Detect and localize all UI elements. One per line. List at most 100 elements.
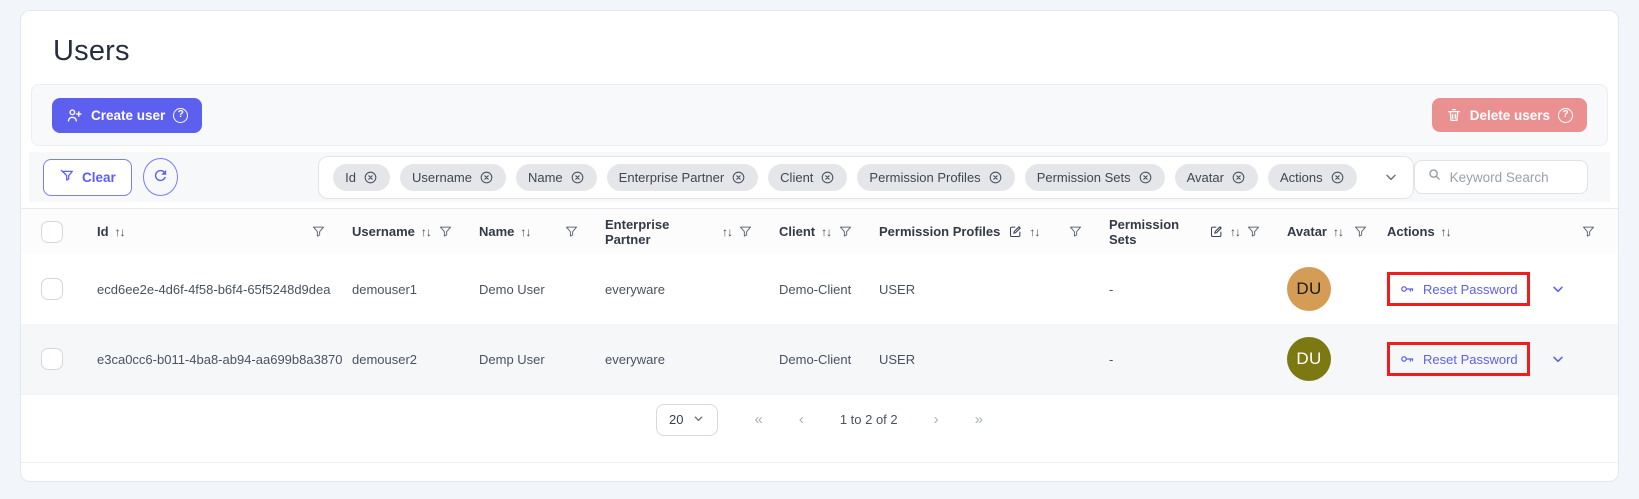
pagination-range-text: 1 to 2 of 2 bbox=[840, 412, 898, 427]
create-user-button[interactable]: Create user ? bbox=[52, 98, 202, 133]
cell-client: Demo-Client bbox=[779, 282, 879, 297]
row-checkbox-cell bbox=[41, 348, 97, 370]
column-label: Enterprise Partner bbox=[605, 217, 716, 247]
filter-funnel-icon[interactable] bbox=[1581, 224, 1596, 239]
filter-funnel-icon[interactable] bbox=[738, 224, 753, 239]
chevron-down-icon[interactable] bbox=[1383, 169, 1399, 185]
sort-icon[interactable]: ↑↓ bbox=[115, 225, 125, 239]
column-label: Permission Profiles bbox=[879, 224, 1000, 239]
column-label: Name bbox=[479, 224, 514, 239]
row-expand-chevron-icon[interactable] bbox=[1550, 351, 1566, 367]
delete-users-button[interactable]: Delete users ? bbox=[1432, 98, 1587, 132]
cell-actions: Reset Password bbox=[1387, 272, 1598, 306]
chip-remove-icon[interactable] bbox=[731, 170, 746, 185]
users-table: Id ↑↓ Username ↑↓ Name ↑↓ Enterprise Partner ↑↓… bbox=[21, 208, 1618, 394]
row-checkbox[interactable] bbox=[41, 348, 63, 370]
select-all-checkbox[interactable] bbox=[41, 221, 63, 243]
clear-filters-label: Clear bbox=[82, 170, 116, 185]
column-header-actions: Actions ↑↓ bbox=[1387, 224, 1598, 239]
reset-password-button[interactable]: Reset Password bbox=[1399, 351, 1518, 367]
sort-icon[interactable]: ↑↓ bbox=[1230, 225, 1240, 239]
chip-remove-icon[interactable] bbox=[988, 170, 1003, 185]
edit-icon[interactable] bbox=[1008, 224, 1023, 239]
cell-name: Demp User bbox=[479, 352, 605, 367]
chip-remove-icon[interactable] bbox=[820, 170, 835, 185]
filter-chip[interactable]: Client bbox=[768, 164, 847, 191]
filter-chip[interactable]: Enterprise Partner bbox=[607, 164, 759, 191]
sort-icon[interactable]: ↑↓ bbox=[1333, 225, 1343, 239]
chip-remove-icon[interactable] bbox=[570, 170, 585, 185]
first-page-button[interactable]: « bbox=[754, 411, 762, 428]
chip-remove-icon[interactable] bbox=[1231, 170, 1246, 185]
filter-funnel-icon[interactable] bbox=[1246, 224, 1261, 239]
row-expand-chevron-icon[interactable] bbox=[1550, 281, 1566, 297]
annotation-box: Reset Password bbox=[1387, 342, 1530, 376]
column-header-id: Id ↑↓ bbox=[97, 224, 352, 239]
cell-username: demouser2 bbox=[352, 352, 479, 367]
filter-funnel-icon[interactable] bbox=[838, 224, 853, 239]
reset-password-button[interactable]: Reset Password bbox=[1399, 281, 1518, 297]
column-label: Id bbox=[97, 224, 109, 239]
page-title: Users bbox=[21, 11, 1618, 68]
filter-chip[interactable]: Permission Profiles bbox=[857, 164, 1014, 191]
sort-icon[interactable]: ↑↓ bbox=[821, 225, 831, 239]
filter-chip[interactable]: Name bbox=[516, 164, 597, 191]
sort-icon[interactable]: ↑↓ bbox=[722, 225, 732, 239]
keyword-search-input[interactable] bbox=[1450, 170, 1575, 185]
clear-filters-button[interactable]: Clear bbox=[43, 159, 132, 196]
column-header-avatar: Avatar↑↓ bbox=[1287, 224, 1387, 239]
column-label: Permission Sets bbox=[1109, 217, 1201, 247]
filter-chip-label: Client bbox=[780, 170, 813, 185]
filter-funnel-icon[interactable] bbox=[564, 224, 579, 239]
cell-actions: Reset Password bbox=[1387, 342, 1598, 376]
cell-permission-profiles: USER bbox=[879, 352, 1109, 367]
filter-funnel-icon[interactable] bbox=[1353, 224, 1368, 239]
page-size-select[interactable]: 20 bbox=[656, 404, 718, 436]
sort-icon[interactable]: ↑↓ bbox=[520, 225, 530, 239]
next-page-button[interactable]: › bbox=[934, 411, 939, 428]
avatar: DU bbox=[1287, 337, 1331, 381]
filter-chip[interactable]: Username bbox=[400, 164, 506, 191]
column-label: Actions bbox=[1387, 224, 1435, 239]
cell-id: e3ca0cc6-b011-4ba8-ab94-aa699b8a3870 bbox=[97, 352, 352, 367]
filter-chip-label: Permission Sets bbox=[1037, 170, 1131, 185]
trash-icon bbox=[1446, 107, 1462, 123]
filter-chip[interactable]: Id bbox=[333, 164, 390, 191]
sort-icon[interactable]: ↑↓ bbox=[1029, 225, 1039, 239]
column-header-permission-profiles: Permission Profiles ↑↓ bbox=[879, 224, 1109, 239]
chip-remove-icon[interactable] bbox=[363, 170, 378, 185]
cell-enterprise-partner: everyware bbox=[605, 282, 779, 297]
column-chips-container: Id Username Name Enterprise Partner Client Pe… bbox=[318, 156, 1413, 199]
create-user-label: Create user bbox=[91, 108, 165, 123]
cell-client: Demo-Client bbox=[779, 352, 879, 367]
filter-funnel-icon[interactable] bbox=[311, 224, 326, 239]
filter-chip[interactable]: Avatar bbox=[1175, 164, 1258, 191]
filter-chip-label: Enterprise Partner bbox=[619, 170, 725, 185]
column-header-client: Client ↑↓ bbox=[779, 224, 879, 239]
sort-icon[interactable]: ↑↓ bbox=[421, 225, 431, 239]
chip-remove-icon[interactable] bbox=[1330, 170, 1345, 185]
edit-icon[interactable] bbox=[1209, 224, 1224, 239]
filter-chip[interactable]: Permission Sets bbox=[1025, 164, 1165, 191]
column-label: Username bbox=[352, 224, 415, 239]
refresh-button[interactable] bbox=[143, 158, 178, 196]
column-label: Client bbox=[779, 224, 815, 239]
sort-icon[interactable]: ↑↓ bbox=[1441, 225, 1451, 239]
last-page-button[interactable]: » bbox=[975, 411, 983, 428]
filter-funnel-icon[interactable] bbox=[1068, 224, 1083, 239]
table-header-row: Id ↑↓ Username ↑↓ Name ↑↓ Enterprise Partner ↑↓… bbox=[21, 208, 1618, 254]
cell-avatar: DU bbox=[1287, 267, 1387, 311]
chip-remove-icon[interactable] bbox=[1138, 170, 1153, 185]
filter-chip-label: Avatar bbox=[1187, 170, 1224, 185]
prev-page-button[interactable]: ‹ bbox=[799, 411, 804, 428]
chip-remove-icon[interactable] bbox=[479, 170, 494, 185]
toolbar: Create user ? Delete users ? bbox=[31, 84, 1608, 146]
column-header-name: Name ↑↓ bbox=[479, 224, 605, 239]
filter-chip[interactable]: Actions bbox=[1268, 164, 1357, 191]
row-checkbox[interactable] bbox=[41, 278, 63, 300]
table-body: ecd6ee2e-4d6f-4f58-b6f4-65f5248d9deademo… bbox=[21, 254, 1618, 394]
person-add-icon bbox=[66, 107, 83, 124]
filter-funnel-icon[interactable] bbox=[438, 224, 453, 239]
filter-bar: Clear Id Username Name Enterprise Partner Cl… bbox=[29, 152, 1610, 202]
users-card: Users Create user ? Delete users ? Clear… bbox=[20, 10, 1619, 482]
